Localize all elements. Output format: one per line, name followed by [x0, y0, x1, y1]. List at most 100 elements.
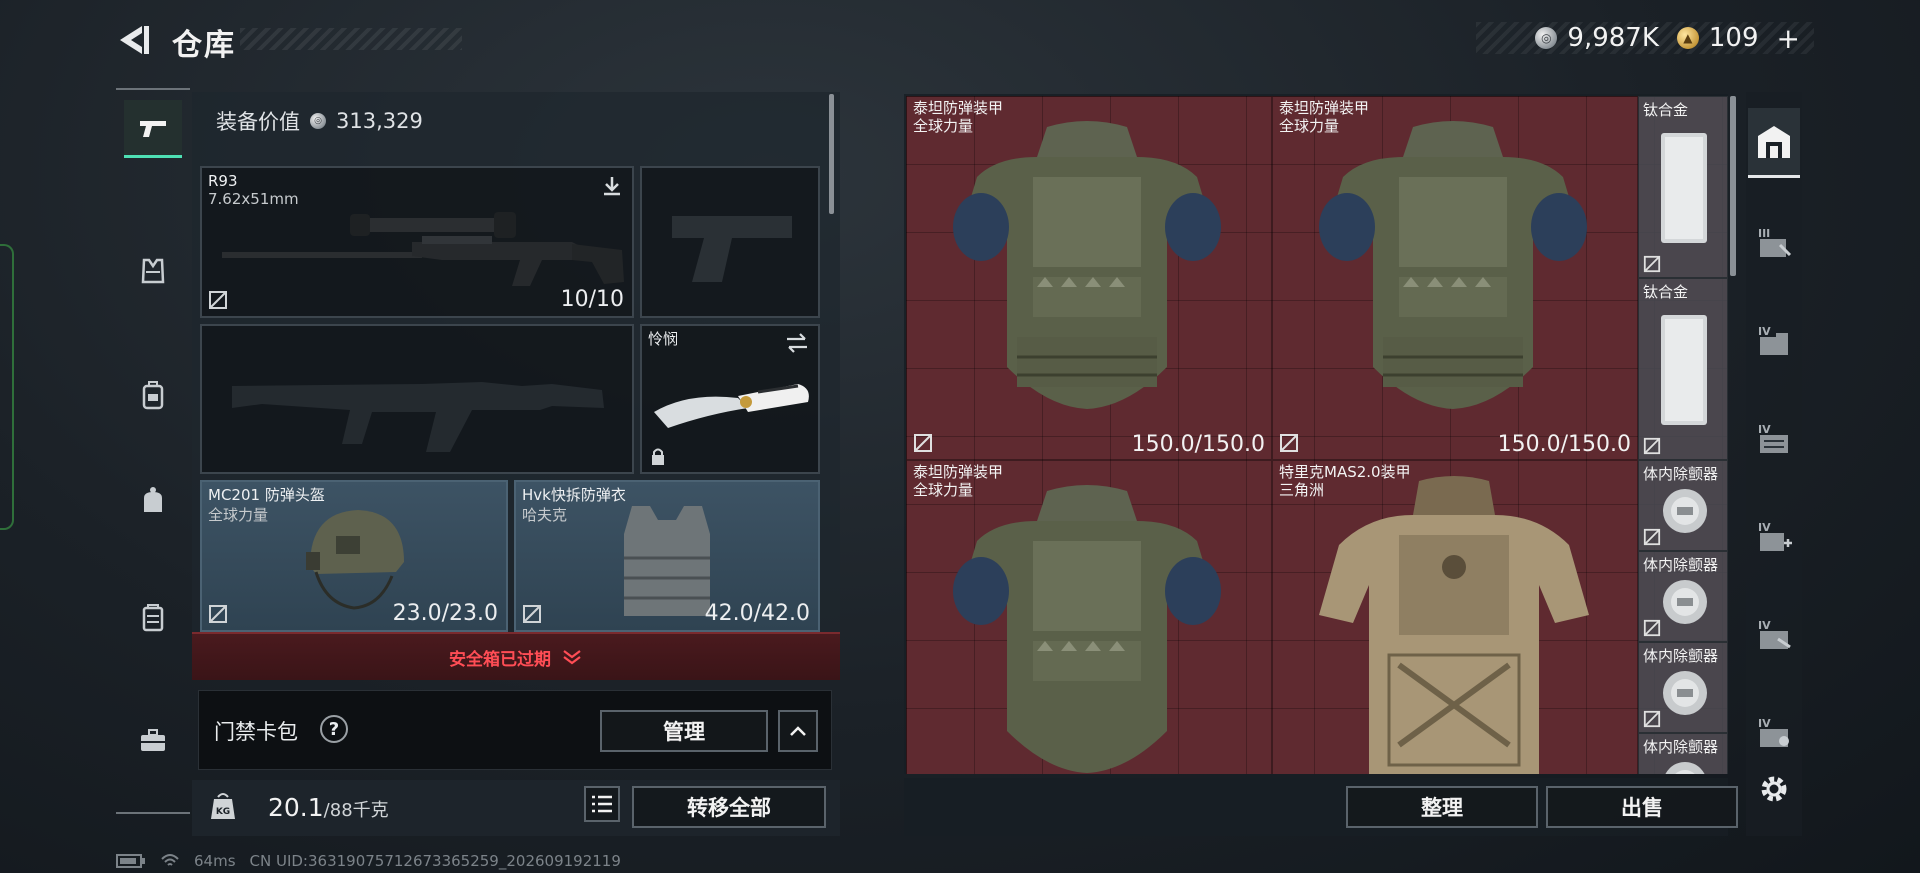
stash-item[interactable]: 体内除颤器 [1638, 733, 1728, 774]
collapse-button[interactable] [778, 710, 818, 752]
melee-slot[interactable]: 怜悯 [640, 324, 820, 474]
briefcase-icon [141, 729, 165, 751]
cat-tier3-tab[interactable]: III [1748, 208, 1800, 278]
sort-button[interactable]: 整理 [1346, 786, 1538, 828]
chest-rig-icon [141, 258, 165, 284]
rifle-slot[interactable] [200, 324, 634, 474]
defibrillator-image [1663, 580, 1707, 624]
stash-item[interactable]: 泰坦防弹装甲 全球力量 150.0/150.0 [906, 96, 1272, 460]
defibrillator-image [1663, 489, 1707, 533]
no-insure-icon [1643, 710, 1661, 728]
desert-armor-image [1319, 476, 1589, 774]
cat-tier4-b-tab[interactable]: IV [1748, 404, 1800, 474]
uid-text: CN UID:3631907571267336525​9_20260919211… [249, 852, 621, 870]
silver-coin-icon: ◎ [1535, 27, 1558, 49]
edge-pull-tab[interactable] [0, 244, 14, 530]
svg-text:IV: IV [1758, 717, 1771, 730]
list-view-button[interactable] [584, 786, 620, 822]
item-name: 体内除颤器 [1643, 465, 1719, 483]
settings-button[interactable] [1748, 756, 1800, 822]
helmet-durability: 23.0/23.0 [392, 601, 498, 626]
cat-tier4-a-tab[interactable]: IV [1748, 306, 1800, 376]
svg-text:IV: IV [1758, 325, 1771, 338]
status-bar: 64ms CN UID:3631907571267336525​9_202609… [116, 852, 621, 870]
body-armor-slot[interactable]: Hvk快拆防弹衣 哈夫克 42.0/42.0 [514, 480, 820, 632]
pistol-silhouette-icon [672, 216, 792, 282]
svg-text:KG: KG [216, 807, 230, 817]
swap-icon[interactable] [784, 332, 810, 354]
primary-weapon-slot[interactable]: R93 7.62x51mm 10/10 [200, 166, 634, 318]
vault-tier-iv-icon: IV [1758, 325, 1788, 355]
nav-case-tab[interactable] [124, 588, 182, 646]
nav-toolbox-tab[interactable] [124, 712, 182, 770]
nav-pouch-tab[interactable] [124, 472, 182, 530]
stash-item[interactable]: 体内除颤器 [1638, 642, 1728, 733]
svg-text:III: III [1758, 227, 1770, 240]
helmet-brand: 全球力量 [208, 506, 269, 524]
melee-name: 怜悯 [648, 330, 679, 348]
equipment-value-label: 装备价值 [216, 110, 300, 134]
help-button[interactable]: ? [320, 715, 348, 743]
double-chevron-down-icon [563, 650, 581, 665]
no-insure-icon [523, 605, 541, 623]
item-name: 钛合金 [1643, 283, 1689, 301]
cat-tier4-d-tab[interactable]: IV [1748, 600, 1800, 670]
stash-item[interactable]: 体内除颤器 [1638, 460, 1728, 551]
nav-backpack-tab[interactable] [124, 366, 182, 424]
nav-vest-tab[interactable] [124, 242, 182, 300]
gear-icon [1761, 776, 1787, 802]
pouch-icon [144, 487, 162, 512]
chevron-up-icon [790, 726, 806, 736]
manage-button[interactable]: 管理 [600, 710, 768, 752]
defibrillator-image [1665, 762, 1705, 774]
add-currency-button[interactable]: + [1777, 22, 1800, 55]
silver-coin-icon: ◎ [310, 113, 326, 129]
item-name: 泰坦防弹装甲 [913, 99, 1004, 117]
stash-item[interactable]: 钛合金 [1638, 96, 1728, 278]
equipment-scrollbar[interactable] [829, 94, 834, 214]
secondary-weapon-slot[interactable] [640, 166, 820, 318]
weight-max: /88千克 [323, 800, 389, 821]
stash-item[interactable]: 钛合金 [1638, 278, 1728, 460]
stash-item[interactable]: 体内除颤器 [1638, 551, 1728, 642]
pistol-icon [140, 120, 166, 137]
stash-item[interactable]: 特里克MAS2.0装甲 三角洲 [1272, 460, 1638, 774]
item-brand: 全球力量 [1279, 117, 1340, 135]
list-icon [592, 795, 612, 813]
no-insure-icon [1643, 619, 1661, 637]
helmet-image [306, 510, 404, 610]
cat-tier4-c-tab[interactable]: IV [1748, 502, 1800, 572]
helmet-slot[interactable]: MC201 防弹头盔 全球力量 23.0/23.0 [200, 480, 508, 632]
gold-amount: 109 [1708, 23, 1759, 53]
transfer-all-button[interactable]: 转移全部 [632, 786, 826, 828]
weight-kg-icon: KG [211, 793, 235, 819]
keycard-pack-label: 门禁卡包 [214, 720, 298, 744]
svg-text:IV: IV [1758, 521, 1771, 534]
sell-button[interactable]: 出售 [1546, 786, 1738, 828]
item-durability: 150.0/150.0 [1131, 432, 1265, 457]
vault-tier-iv-icon: IV [1758, 521, 1792, 551]
item-name: 钛合金 [1643, 101, 1689, 119]
stash-item[interactable]: 泰坦防弹装甲 全球力量 150.0/150.0 [1272, 96, 1638, 460]
currency-bar: ◎ 9,987K ▲ 109 + [1476, 22, 1814, 55]
vault-tier-iv-icon: IV [1758, 717, 1789, 747]
vault-tier-iv-icon: IV [1758, 423, 1788, 453]
no-insure-icon [1643, 437, 1661, 455]
nav-weapons-tab[interactable] [124, 100, 182, 158]
sniper-rifle-image [222, 212, 624, 286]
page-title: 仓库 [172, 28, 236, 63]
stash-scrollbar[interactable] [1730, 96, 1736, 276]
defibrillator-image [1663, 671, 1707, 715]
item-name: 泰坦防弹装甲 [913, 463, 1004, 481]
safebox-expired-banner[interactable]: 安全箱已过期 [192, 632, 840, 680]
back-arrow-icon[interactable] [112, 20, 152, 60]
armor-name: Hvk快拆防弹衣 [522, 486, 626, 504]
container-icon [142, 604, 164, 632]
stash-item[interactable]: 泰坦防弹装甲 全球力量 [906, 460, 1272, 774]
no-insure-icon [209, 291, 227, 309]
no-insure-icon [1643, 528, 1661, 546]
cat-all-tab[interactable] [1748, 108, 1800, 178]
wifi-icon [161, 854, 179, 866]
item-name: 体内除颤器 [1643, 647, 1719, 665]
warehouse-icon [1758, 125, 1790, 158]
